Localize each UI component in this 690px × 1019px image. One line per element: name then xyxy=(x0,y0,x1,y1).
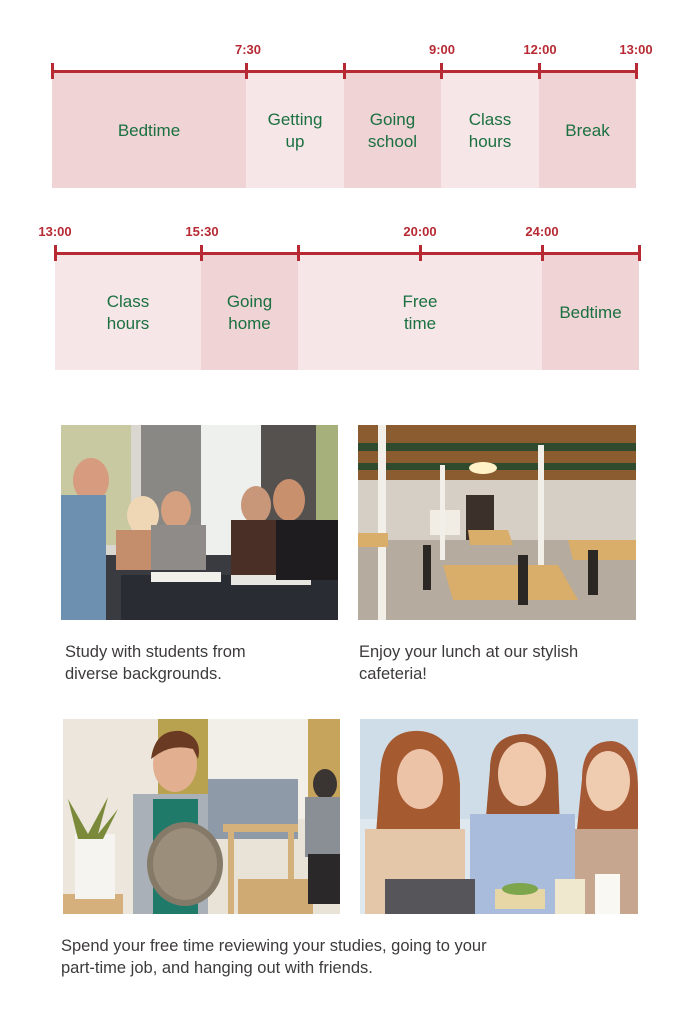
timeline-tick xyxy=(638,245,641,261)
caption-study: Study with students from diverse backgro… xyxy=(65,643,246,683)
segment-bedtime-2: Bedtime xyxy=(542,255,639,370)
timeline-tick xyxy=(54,245,57,261)
segment-free-time: Free time xyxy=(298,255,542,370)
time-label: 15:30 xyxy=(185,224,219,239)
segment-class-hours-2: Class hours xyxy=(55,255,201,370)
segment-label: Bedtime xyxy=(559,302,622,322)
schedule-timeline-afternoon: Class hours Going home Free time Bedtime… xyxy=(0,0,690,400)
segment-label: Going home xyxy=(226,291,273,333)
timeline-tick xyxy=(297,245,300,261)
segment-label: Free time xyxy=(402,291,438,333)
caption-free-time: Spend your free time reviewing your stud… xyxy=(61,937,487,977)
photo-part-time-job xyxy=(63,719,340,914)
time-label: 20:00 xyxy=(403,224,437,239)
segment-going-home: Going home xyxy=(201,255,298,370)
timeline-tick xyxy=(541,245,544,261)
time-label: 13:00 xyxy=(38,224,72,239)
timeline-axis xyxy=(55,252,640,255)
caption-cafeteria: Enjoy your lunch at our stylish cafeteri… xyxy=(359,643,579,683)
photo-students-studying xyxy=(61,425,338,620)
timeline-tick xyxy=(419,245,422,261)
segment-label: Class hours xyxy=(106,291,150,333)
time-label: 24:00 xyxy=(525,224,559,239)
timeline-tick xyxy=(200,245,203,261)
photo-cafeteria xyxy=(358,425,636,620)
photo-friends-eating xyxy=(360,719,638,914)
